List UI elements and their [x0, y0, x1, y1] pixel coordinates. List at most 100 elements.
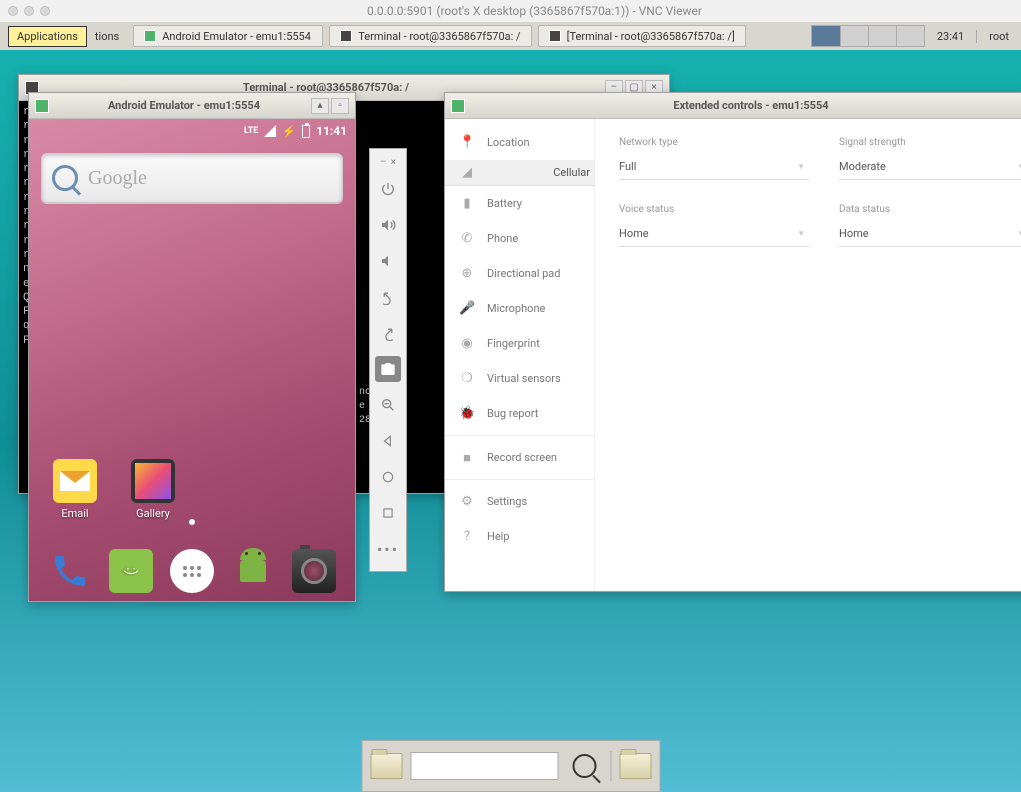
app-gallery[interactable]: Gallery [127, 459, 179, 520]
search-icon[interactable] [572, 754, 596, 778]
gallery-icon [131, 459, 175, 503]
path-input[interactable] [410, 752, 558, 780]
field-data-status: Data status Home▼ [839, 204, 1021, 247]
terminal-icon [549, 30, 561, 42]
applications-menu[interactable]: Applications [8, 26, 87, 47]
folder-icon[interactable] [370, 753, 402, 779]
app-email[interactable]: Email [49, 459, 101, 520]
signal-strength-select[interactable]: Moderate▼ [839, 154, 1021, 180]
power-button[interactable] [371, 171, 405, 207]
emulator-icon [144, 30, 156, 42]
nav-bugreport[interactable]: 🐞Bug report [445, 396, 594, 431]
zoom-button[interactable] [371, 387, 405, 423]
caret-icon: ▼ [797, 229, 805, 238]
screenshot-button[interactable] [375, 356, 401, 382]
android-screen[interactable]: LTE ⚡ 11:41 Google Email Gallery [29, 119, 355, 601]
caret-icon: ▼ [797, 162, 805, 171]
rotate-right-button[interactable] [371, 315, 405, 351]
field-voice-status: Voice status Home▼ [619, 204, 809, 247]
dock-all-apps[interactable] [166, 549, 218, 593]
gear-icon: ⚙ [459, 494, 475, 509]
folder-icon[interactable] [619, 753, 651, 779]
nav-dpad[interactable]: ⊕Directional pad [445, 256, 594, 291]
voice-status-select[interactable]: Home ▼ [619, 221, 809, 247]
min-button[interactable]: ▫ [331, 98, 349, 114]
nav-battery[interactable]: ▮Battery [445, 186, 594, 221]
volume-down-button[interactable] [371, 243, 405, 279]
dock-android[interactable] [227, 549, 279, 593]
pin-button[interactable]: ▴ [311, 98, 329, 114]
emulator-window[interactable]: Android Emulator - emu1:5554 ▴ ▫ LTE ⚡ 1… [28, 92, 356, 602]
volume-up-button[interactable] [371, 207, 405, 243]
taskbar-task-terminal2[interactable]: [Terminal - root@3365867f570a: /] [538, 25, 746, 47]
email-icon [53, 459, 97, 503]
data-status-select[interactable]: Home▼ [839, 221, 1021, 247]
emulator-titlebar[interactable]: Android Emulator - emu1:5554 ▴ ▫ [29, 93, 355, 119]
nav-location[interactable]: 📍Location [445, 125, 594, 160]
more-button[interactable]: ••• [371, 531, 405, 567]
nav-sensors[interactable]: ❍Virtual sensors [445, 361, 594, 396]
task-label: Android Emulator - emu1:5554 [162, 30, 311, 43]
messages-icon [109, 549, 153, 593]
nav-help[interactable]: ? Help [445, 519, 594, 554]
camera-icon [292, 549, 336, 593]
dpad-icon: ⊕ [459, 266, 475, 281]
nav-microphone[interactable]: 🎤Microphone [445, 291, 594, 326]
phone-icon [48, 549, 92, 593]
bug-icon: 🐞 [459, 406, 475, 421]
extended-titlebar[interactable]: Extended controls - emu1:5554 ▴ [445, 93, 1021, 119]
fingerprint-icon: ◉ [459, 336, 475, 351]
app-label: Gallery [136, 507, 170, 520]
select-value: Home [619, 227, 649, 240]
terminal-fragment: nc e 28 [357, 384, 367, 430]
android-icon [231, 549, 275, 593]
network-type-select[interactable]: Full▼ [619, 154, 809, 180]
rotate-left-button[interactable] [371, 279, 405, 315]
workspace-switcher[interactable] [811, 25, 925, 47]
page-indicator [189, 519, 195, 525]
mac-close-dot[interactable] [8, 6, 18, 16]
cellular-icon: ◢ [459, 165, 475, 180]
extended-nav: 📍Location ◢ Cellular ▮Battery ✆Phone ⊕Dir… [445, 119, 595, 591]
help-icon: ? [459, 529, 475, 544]
toolbar-min[interactable]: – [380, 157, 387, 168]
nav-label: Virtual sensors [487, 372, 561, 385]
task-label: [Terminal - root@3365867f570a: /] [567, 30, 735, 43]
home-apps-row: Email Gallery [29, 459, 355, 520]
nav-cellular[interactable]: ◢ Cellular [445, 160, 594, 186]
desktop-taskbar: Applications tions Android Emulator - em… [0, 22, 1021, 50]
extended-main: Network type Full▼ Signal strength Moder… [595, 119, 1021, 591]
nav-phone[interactable]: ✆Phone [445, 221, 594, 256]
mic-icon: 🎤 [459, 301, 475, 316]
extended-controls-window[interactable]: Extended controls - emu1:5554 ▴ 📍Locatio… [444, 92, 1021, 592]
overview-button[interactable] [371, 495, 405, 531]
taskbar-task-terminal[interactable]: Terminal - root@3365867f570a: / [329, 25, 531, 47]
nav-label: Cellular [553, 166, 590, 179]
nav-label: Settings [487, 495, 527, 508]
dock-camera[interactable] [288, 549, 340, 593]
app-label: Email [61, 507, 88, 520]
nav-record[interactable]: ■Record screen [445, 440, 594, 475]
search-placeholder: Google [88, 167, 147, 190]
terminal-icon [340, 30, 352, 42]
all-apps-icon [170, 549, 214, 593]
home-button[interactable] [371, 459, 405, 495]
nav-settings[interactable]: ⚙ Settings [445, 484, 594, 519]
dock-phone[interactable] [44, 549, 96, 593]
taskbar-task-emulator[interactable]: Android Emulator - emu1:5554 [133, 25, 323, 47]
nav-fingerprint[interactable]: ◉Fingerprint [445, 326, 594, 361]
status-time: 11:41 [316, 124, 347, 138]
lte-indicator: LTE [244, 126, 259, 136]
battery-icon [302, 125, 310, 138]
taskbar-user[interactable]: root [976, 30, 1021, 43]
toolbar-close[interactable]: × [391, 157, 396, 168]
mac-min-dot[interactable] [24, 6, 34, 16]
caret-icon: ▼ [1017, 229, 1021, 238]
mac-max-dot[interactable] [40, 6, 50, 16]
dock-messages[interactable] [105, 549, 157, 593]
nav-label: Help [487, 530, 510, 543]
android-dock [29, 549, 355, 593]
back-button[interactable] [371, 423, 405, 459]
file-manager-dock [361, 740, 660, 792]
google-search-widget[interactable]: Google [41, 153, 343, 203]
